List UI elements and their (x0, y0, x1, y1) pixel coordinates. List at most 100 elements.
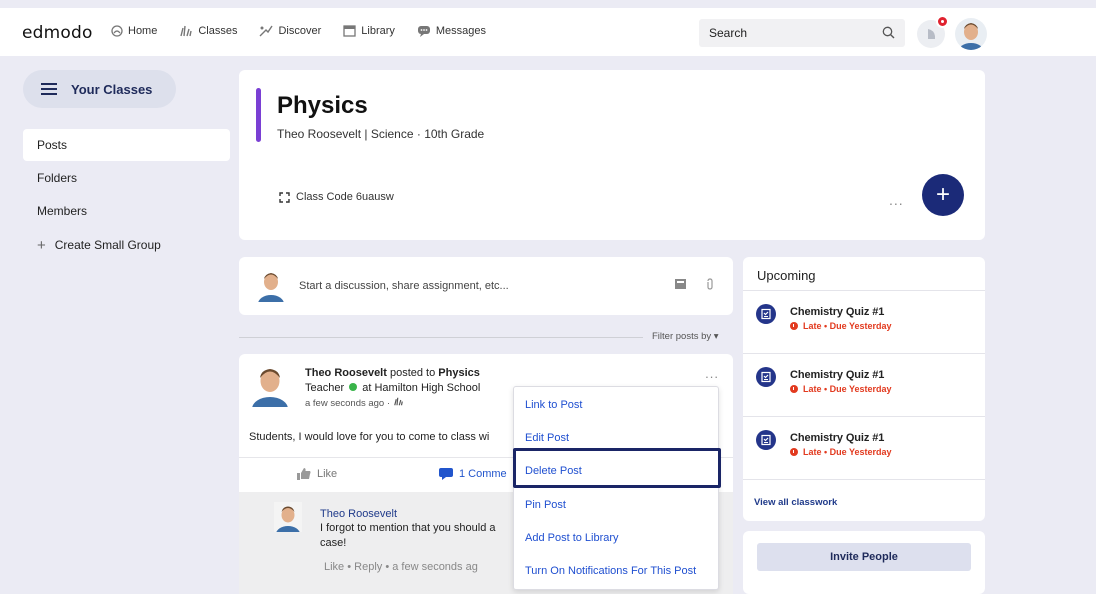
your-classes-button[interactable]: Your Classes (23, 70, 176, 108)
composer-input[interactable]: Start a discussion, share assignment, et… (299, 280, 509, 292)
menu-item-turn-on-notifications[interactable]: Turn On Notifications For This Post (525, 565, 696, 577)
plus-icon: + (935, 181, 950, 208)
composer-tools (674, 278, 715, 291)
search-icon[interactable] (882, 26, 895, 39)
your-classes-label: Your Classes (71, 81, 153, 97)
post-timestamp: a few seconds ago · (305, 398, 391, 409)
sidebar-item-label: Create Small Group (54, 238, 161, 252)
sidebar-item-posts[interactable]: Posts (23, 129, 230, 161)
library-icon (343, 25, 356, 37)
sidebar-item-folders[interactable]: Folders (23, 162, 230, 194)
comment-text: I forgot to mention that you should a ca… (320, 521, 510, 551)
classes-icon (393, 397, 403, 406)
sidebar-item-members[interactable]: Members (23, 195, 230, 227)
post-target-class[interactable]: Physics (438, 367, 480, 379)
avatar-image (955, 18, 987, 50)
notification-icon (928, 29, 935, 39)
class-subtitle: Theo Roosevelt | Science · 10th Grade (277, 127, 485, 141)
comment-icon (439, 468, 453, 480)
nav-classes[interactable]: Classes (179, 25, 237, 37)
post-options-menu: Link to Post Edit Post Delete Post Pin P… (513, 386, 719, 590)
class-header-card: Physics Theo Roosevelt | Science · 10th … (239, 70, 985, 240)
verified-badge-icon (349, 383, 358, 391)
menu-item-delete-post[interactable]: Delete Post (525, 465, 582, 477)
menu-item-link-to-post[interactable]: Link to Post (525, 399, 582, 411)
comment-text-line: case! (320, 537, 347, 549)
plus-icon: + (37, 236, 46, 254)
search-placeholder: Search (709, 26, 748, 40)
comment-meta[interactable]: Like • Reply • a few seconds ag (324, 561, 478, 573)
quiz-icon (756, 304, 776, 324)
divider (743, 479, 985, 480)
posted-to-text: posted to (386, 367, 439, 379)
nav-library[interactable]: Library (343, 25, 395, 37)
divider (743, 416, 985, 417)
comments-button[interactable]: 1 Comme (439, 468, 507, 480)
nav-library-label: Library (361, 25, 395, 37)
menu-item-pin-post[interactable]: Pin Post (525, 499, 566, 511)
post-header: Theo Roosevelt posted to Physics Teacher… (305, 366, 480, 411)
comments-label: 1 Comme (459, 468, 507, 480)
top-navigation-bar: edmodo Home Classes Discover Library Mes… (0, 8, 1096, 56)
divider (743, 353, 985, 354)
filter-posts-dropdown[interactable]: Filter posts by ▾ (652, 331, 719, 342)
sidebar-item-label: Members (37, 204, 88, 218)
sidebar-item-label: Folders (37, 171, 78, 185)
post-more-options[interactable]: ... (705, 366, 719, 381)
upcoming-item[interactable]: Chemistry Quiz #1 Late • Due Yesterday (743, 297, 985, 359)
messages-icon (417, 26, 430, 37)
class-more-options[interactable]: ... (889, 192, 904, 208)
menu-item-edit-post[interactable]: Edit Post (525, 432, 569, 444)
view-all-classwork-link[interactable]: View all classwork (754, 497, 837, 508)
class-title: Physics (277, 92, 368, 119)
nav-home[interactable]: Home (111, 25, 157, 37)
upcoming-item-status: Late • Due Yesterday (790, 321, 892, 331)
edmodo-logo[interactable]: edmodo (22, 23, 93, 43)
post-composer: Start a discussion, share assignment, et… (239, 257, 733, 315)
home-icon (111, 25, 123, 37)
thumbs-up-icon (297, 468, 311, 480)
invite-people-button[interactable]: Invite People (757, 543, 971, 571)
upcoming-item-status: Late • Due Yesterday (790, 384, 892, 394)
assignment-icon[interactable] (674, 278, 687, 290)
nav-discover[interactable]: Discover (259, 25, 321, 37)
nav-home-label: Home (128, 25, 158, 37)
upcoming-item[interactable]: Chemistry Quiz #1 Late • Due Yesterday (743, 423, 985, 485)
nav-classes-label: Classes (198, 25, 238, 37)
like-label: Like (317, 468, 338, 480)
discover-icon (259, 25, 274, 37)
author-role: Teacher (305, 382, 345, 394)
quiz-icon (756, 367, 776, 387)
class-code[interactable]: Class Code 6uausw (279, 191, 394, 203)
comment-author[interactable]: Theo Roosevelt (320, 508, 397, 520)
clock-icon (790, 448, 798, 456)
sidebar-item-label: Posts (37, 138, 68, 152)
avatar (274, 502, 302, 532)
menu-item-add-to-library[interactable]: Add Post to Library (525, 532, 619, 544)
clock-icon (790, 385, 798, 393)
user-avatar[interactable] (955, 18, 987, 50)
avatar (258, 273, 284, 302)
nav-messages[interactable]: Messages (417, 25, 486, 37)
class-code-label: Class Code 6uausw (296, 191, 394, 203)
status-text: Late • Due Yesterday (803, 447, 892, 457)
nav-messages-label: Messages (435, 25, 487, 37)
notification-badge (936, 15, 949, 28)
upcoming-item[interactable]: Chemistry Quiz #1 Late • Due Yesterday (743, 360, 985, 422)
upcoming-title: Upcoming (757, 268, 816, 283)
search-input[interactable]: Search (699, 19, 905, 47)
add-button[interactable]: + (922, 174, 964, 216)
attachment-icon[interactable] (705, 278, 715, 291)
notifications-button[interactable] (917, 15, 949, 48)
post-body: Students, I would love for you to come t… (249, 431, 490, 443)
upcoming-item-name: Chemistry Quiz #1 (790, 306, 885, 318)
like-button[interactable]: Like (297, 468, 337, 480)
classes-icon (180, 25, 193, 37)
class-color-bar (256, 88, 261, 142)
upcoming-panel: Upcoming Chemistry Quiz #1 Late • Due Ye… (743, 257, 985, 521)
nav-discover-label: Discover (278, 25, 322, 37)
avatar (252, 369, 288, 407)
hamburger-menu-icon (41, 83, 57, 95)
post-author[interactable]: Theo Roosevelt (305, 367, 387, 379)
create-small-group-button[interactable]: + Create Small Group (23, 229, 230, 261)
